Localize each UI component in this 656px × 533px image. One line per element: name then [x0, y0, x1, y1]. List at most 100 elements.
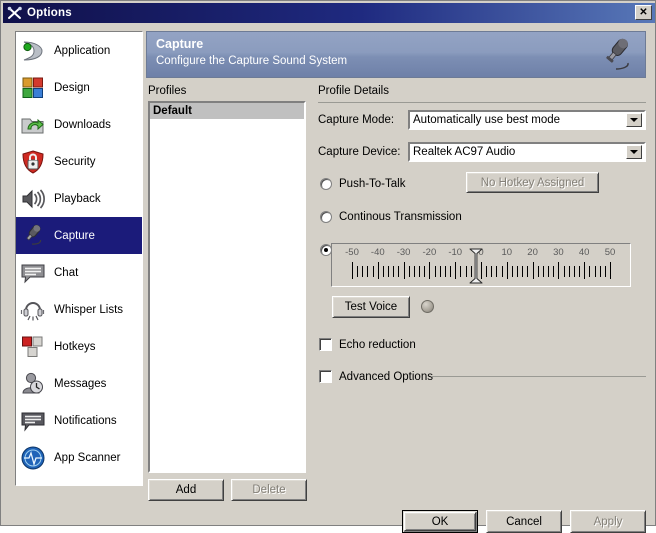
cancel-button[interactable]: Cancel	[486, 510, 562, 533]
radio-push-to-talk[interactable]: Push-To-Talk	[320, 178, 405, 190]
vad-minor-tick	[548, 266, 550, 277]
checkbox-label: Echo reduction	[339, 338, 416, 351]
vad-major-tick	[377, 262, 379, 279]
vad-tick-label: 30	[553, 247, 564, 258]
hotkey-button[interactable]: No Hotkey Assigned	[466, 172, 599, 193]
sidebar-item-messages[interactable]: Messages	[16, 365, 142, 402]
vad-slider-thumb[interactable]	[469, 248, 483, 284]
vad-minor-tick	[388, 266, 390, 277]
vad-minor-tick	[537, 266, 539, 277]
sidebar-item-label: Design	[54, 81, 90, 94]
sidebar-item-capture[interactable]: Capture	[16, 217, 142, 254]
page-banner: Capture Configure the Capture Sound Syst…	[146, 31, 646, 78]
window-client-area: Application Design Downloads Security Playba…	[3, 23, 655, 533]
vad-tick-label: 10	[501, 247, 513, 258]
vad-minor-tick	[434, 266, 436, 277]
vad-tick-label: -50	[345, 247, 359, 258]
tools-icon	[6, 5, 24, 21]
sidebar-item-notifications[interactable]: Notifications	[16, 402, 142, 439]
vad-minor-tick	[589, 266, 591, 277]
vad-minor-tick	[491, 266, 493, 277]
vad-tick-label: 50	[604, 247, 616, 258]
capture-mode-label: Capture Mode:	[318, 114, 395, 126]
vad-tick-label: -30	[396, 247, 411, 258]
sidebar-item-label: Downloads	[54, 118, 111, 131]
microphone-icon	[20, 223, 46, 249]
sidebar-item-label: Messages	[54, 377, 107, 390]
vad-major-tick	[403, 262, 405, 279]
sidebar-item-playback[interactable]: Playback	[16, 180, 142, 217]
sidebar-item-downloads[interactable]: Downloads	[16, 106, 142, 143]
vad-sensitivity-slider[interactable]: -50 -40 -30 -20 -10 0 10 20 30 40 50	[331, 243, 631, 287]
vad-minor-tick	[357, 266, 359, 277]
sidebar-item-label: Capture	[54, 229, 95, 242]
chevron-down-icon[interactable]	[626, 145, 642, 159]
sidebar-item-label: Security	[54, 155, 96, 168]
close-icon[interactable]: ✕	[635, 5, 652, 20]
list-item[interactable]: Default	[150, 103, 304, 119]
advanced-options-checkbox[interactable]: Advanced Options	[319, 370, 433, 383]
page-subtitle: Configure the Capture Sound System	[156, 55, 348, 67]
vad-minor-tick	[439, 266, 441, 277]
apply-button[interactable]: Apply	[570, 510, 646, 533]
add-button[interactable]: Add	[148, 479, 224, 501]
sidebar-item-app-scanner[interactable]: App Scanner	[16, 439, 142, 476]
sidebar-item-whisper-lists[interactable]: Whisper Lists	[16, 291, 142, 328]
sidebar-item-label: Whisper Lists	[54, 303, 124, 316]
sidebar-item-label: Chat	[54, 266, 79, 279]
options-window: Options ✕ Application Design Downloads Secu…	[0, 0, 656, 533]
whisper-icon	[20, 297, 46, 323]
sidebar-item-security[interactable]: Security	[16, 143, 142, 180]
sidebar-item-label: Hotkeys	[54, 340, 96, 353]
playback-icon	[20, 186, 46, 212]
profiles-label: Profiles	[148, 85, 187, 97]
radio-continous-transmission[interactable]: Continous Transmission	[320, 211, 462, 223]
security-icon	[20, 149, 46, 175]
vad-major-tick	[584, 262, 586, 279]
vad-minor-tick	[527, 266, 529, 277]
vad-minor-tick	[553, 266, 555, 277]
window-title: Options	[27, 7, 72, 19]
vad-minor-tick	[517, 266, 519, 277]
checkbox-indicator[interactable]	[319, 338, 332, 351]
vad-major-tick	[455, 262, 457, 279]
category-sidebar[interactable]: Application Design Downloads Security Playba…	[15, 31, 143, 486]
ok-button[interactable]: OK	[402, 510, 478, 533]
delete-button[interactable]: Delete	[231, 479, 307, 501]
chevron-down-icon[interactable]	[626, 113, 642, 127]
capture-mode-value: Automatically use best mode	[413, 114, 561, 126]
vad-tick-label: -40	[370, 247, 385, 258]
vad-minor-tick	[522, 266, 524, 277]
downloads-icon	[20, 112, 46, 138]
right-pane: Capture Configure the Capture Sound Syst…	[146, 31, 646, 533]
radio-indicator[interactable]	[320, 178, 332, 190]
notifications-icon	[20, 408, 46, 434]
vad-minor-tick	[511, 266, 513, 277]
vad-minor-tick	[393, 266, 395, 277]
radio-indicator[interactable]	[320, 211, 332, 223]
vad-minor-tick	[424, 266, 426, 277]
application-icon	[20, 38, 46, 64]
chat-icon	[20, 260, 46, 286]
sidebar-item-label: Playback	[54, 192, 101, 205]
profiles-listbox[interactable]: Default	[148, 101, 306, 473]
sidebar-item-hotkeys[interactable]: Hotkeys	[16, 328, 142, 365]
vad-major-tick	[610, 262, 611, 279]
page-title: Capture	[156, 37, 204, 51]
vad-major-tick	[532, 262, 534, 279]
capture-device-label: Capture Device:	[318, 146, 401, 158]
vad-minor-tick	[460, 266, 462, 277]
sidebar-item-design[interactable]: Design	[16, 69, 142, 106]
capture-device-select[interactable]: Realtek AC97 Audio	[408, 142, 646, 162]
sidebar-item-application[interactable]: Application	[16, 32, 142, 69]
vad-minor-tick	[579, 266, 581, 277]
voice-level-led	[421, 300, 434, 313]
vad-minor-tick	[444, 266, 446, 277]
vad-tick-label: -10	[448, 247, 463, 258]
echo-reduction-checkbox[interactable]: Echo reduction	[319, 338, 416, 351]
checkbox-indicator[interactable]	[319, 370, 332, 383]
vad-tick-label: -20	[422, 247, 437, 258]
test-voice-button[interactable]: Test Voice	[332, 296, 410, 318]
sidebar-item-chat[interactable]: Chat	[16, 254, 142, 291]
capture-mode-select[interactable]: Automatically use best mode	[408, 110, 646, 130]
